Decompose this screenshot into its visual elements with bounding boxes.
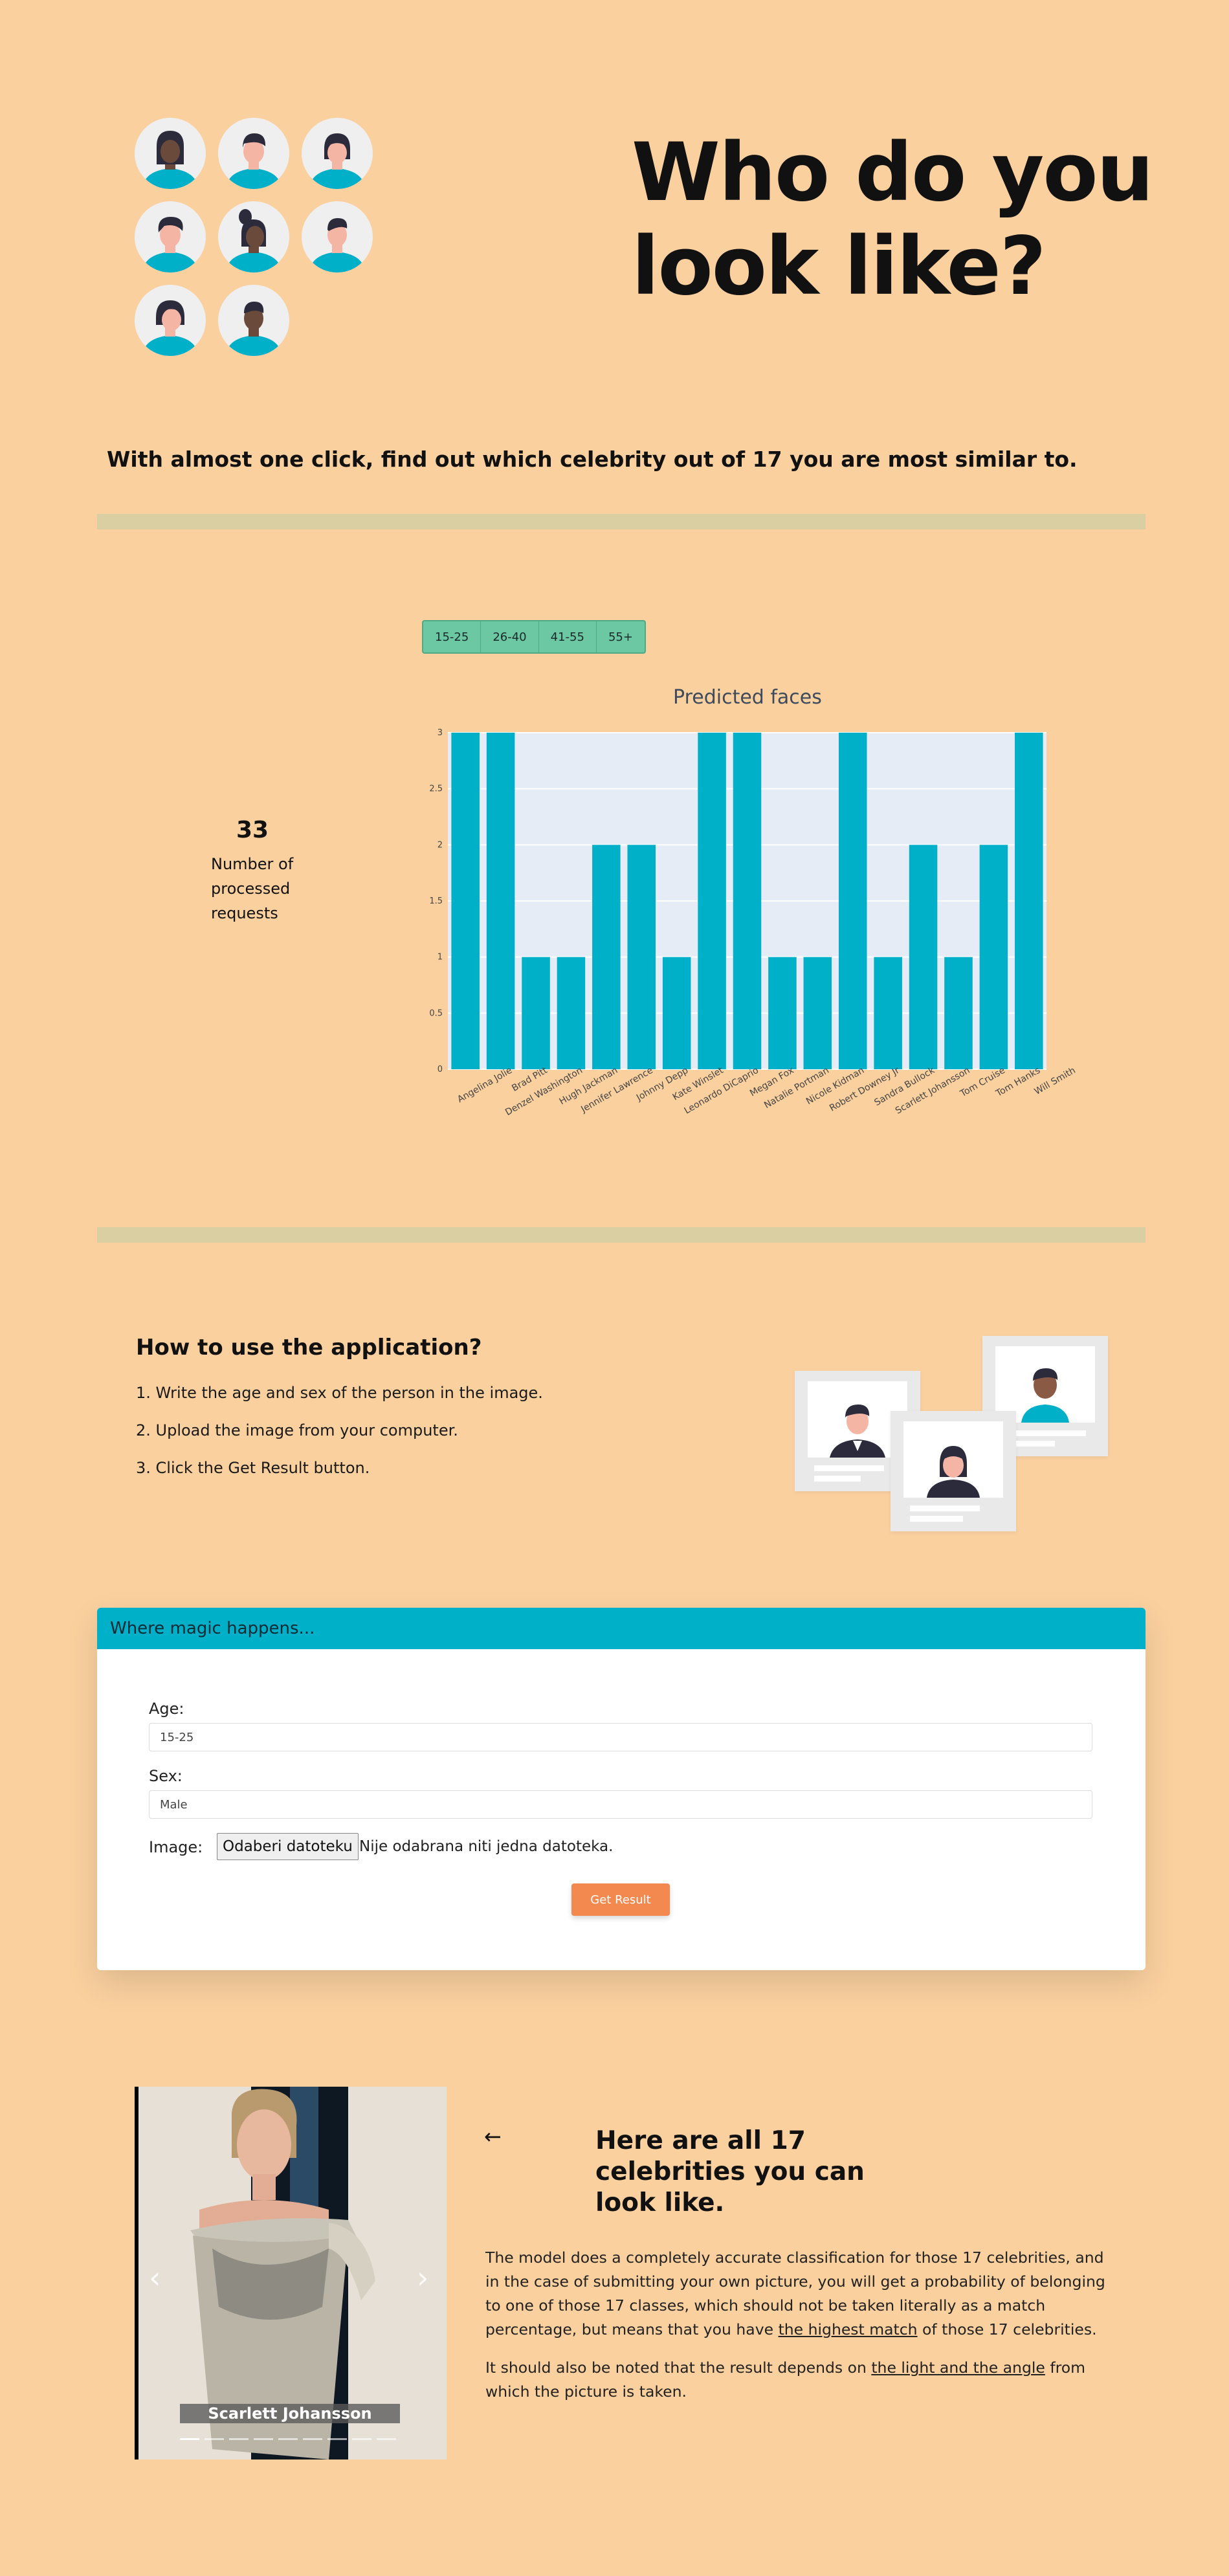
file-upload-button[interactable]: Odaberi datoteku [217, 1833, 359, 1860]
age-filter-button[interactable]: 55+ [597, 621, 645, 652]
avatar-man-light-icon [302, 201, 373, 272]
prediction-form: Where magic happens... Age: 15-25 Sex: M… [97, 1608, 1146, 1970]
avatar-woman-dark-icon [135, 118, 206, 189]
chart-bar [1015, 733, 1043, 1069]
chart-bar [909, 845, 938, 1069]
chart-x-tick-label: Angelina Jolie [456, 1065, 514, 1105]
age-filter-button[interactable]: 26-40 [481, 621, 539, 652]
chart-bar [803, 957, 832, 1069]
chart-bar [486, 733, 515, 1069]
age-filter-group: 15-25 26-40 41-55 55+ [422, 620, 646, 654]
chart-bar [874, 957, 902, 1069]
chart-bar [451, 733, 480, 1069]
chart-bar [944, 957, 973, 1069]
section-divider [97, 1227, 1146, 1243]
bar-chart: 00.511.522.53Angelina JolieBrad PittDenz… [429, 728, 1077, 1118]
highest-match-link[interactable]: the highest match [779, 2320, 918, 2338]
chart-y-tick-label: 3 [437, 728, 443, 738]
get-result-button[interactable]: Get Result [571, 1883, 670, 1916]
request-count: 33 [236, 817, 269, 843]
avatar-woman-bob-icon [135, 285, 206, 356]
page-title: Who do you look like? [632, 126, 1154, 313]
chart-y-tick-label: 0.5 [429, 1008, 443, 1018]
carousel-next-icon[interactable]: › [417, 2260, 428, 2295]
form-header: Where magic happens... [97, 1608, 1146, 1649]
chart-y-tick-label: 0 [437, 1065, 443, 1074]
chart-bar [838, 733, 867, 1069]
light-angle-link[interactable]: the light and the angle [871, 2359, 1045, 2377]
avatar-man-light-icon [135, 201, 206, 272]
celebrity-carousel[interactable]: ‹ › Scarlett Johansson [135, 2087, 447, 2459]
howto-title: How to use the application? [136, 1335, 482, 1360]
arrow-left-icon[interactable]: ← [484, 2124, 502, 2149]
age-filter-button[interactable]: 41-55 [539, 621, 597, 652]
avatar-man-dark-icon [218, 285, 289, 356]
chart-y-tick-label: 1.5 [429, 896, 443, 906]
chart-title: Predicted faces [673, 686, 822, 709]
tagline: With almost one click, find out which ce… [107, 447, 1078, 472]
request-count-label: Number of processed requests [211, 855, 294, 922]
chart-y-tick-label: 1 [437, 953, 443, 962]
carousel-indicators[interactable] [180, 2438, 396, 2440]
avatar-woman-bob-icon [302, 118, 373, 189]
avatar-woman-ponytail-icon [218, 201, 289, 272]
celebrities-heading: Here are all 17 celebrities you can look… [595, 2126, 865, 2217]
chart-bar [592, 845, 621, 1069]
sex-label: Sex: [149, 1767, 183, 1785]
carousel-prev-icon[interactable]: ‹ [149, 2260, 161, 2295]
lighting-note: It should also be noted that the result … [485, 2359, 1086, 2401]
age-filter-button[interactable]: 15-25 [423, 621, 482, 652]
chart-bar [733, 733, 762, 1069]
profile-card-icon [891, 1411, 1016, 1531]
section-divider [97, 514, 1146, 529]
file-status-text: Nije odabrana niti jedna datoteka. [359, 1838, 614, 1855]
chart-y-tick-label: 2 [437, 840, 443, 850]
chart-bar [627, 845, 656, 1069]
age-label: Age: [149, 1700, 184, 1718]
chart-bar [979, 845, 1008, 1069]
carousel-caption: Scarlett Johansson [180, 2404, 400, 2423]
sex-field[interactable]: Male [149, 1790, 1092, 1819]
chart-bar [698, 733, 726, 1069]
chart-bar [557, 957, 586, 1069]
model-description: The model does a completely accurate cla… [485, 2248, 1105, 2338]
image-label: Image: [149, 1838, 203, 1856]
age-field[interactable]: 15-25 [149, 1723, 1092, 1751]
howto-step: 2. Upload the image from your computer. [136, 1421, 458, 1439]
chart-y-tick-label: 2.5 [429, 784, 443, 794]
chart-bar [768, 957, 797, 1069]
avatar-man-light-icon [218, 118, 289, 189]
chart-bar [522, 957, 550, 1069]
howto-step: 1. Write the age and sex of the person i… [136, 1384, 543, 1402]
howto-step: 3. Click the Get Result button. [136, 1459, 370, 1477]
chart-bar [662, 957, 691, 1069]
